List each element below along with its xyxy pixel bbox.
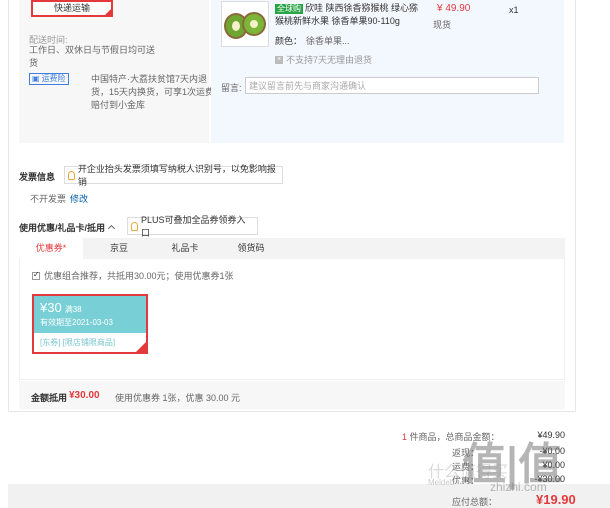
invoice-edit-link[interactable]: 修改: [70, 194, 88, 204]
shipping-fee-value: ¥0.00: [542, 460, 565, 470]
coupon-expiry: 有效期至2021-03-03: [40, 318, 113, 327]
color-value: 徐香单果...: [306, 36, 350, 46]
payable-label: 应付总额：: [452, 497, 498, 507]
invoice-tip-text: 开企业抬头发票须填写纳税人识别号，以免影响报销: [77, 164, 276, 187]
discount-amount: ¥30.00: [69, 390, 100, 401]
return-policy: × 不支持7天无理由退货: [275, 53, 372, 66]
invoice-type: 不开发票 修改: [30, 192, 88, 205]
payable-amount: ¥19.90: [536, 492, 576, 507]
color-label: 颜色：: [275, 36, 303, 46]
invoice-type-value: 不开发票: [30, 194, 67, 204]
global-purchase-badge: 全球购: [275, 4, 303, 14]
invoice-label: 发票信息: [19, 172, 56, 182]
memo-label: 留言:: [221, 83, 242, 93]
tab-redeem-code[interactable]: 领货码: [217, 238, 285, 259]
cashback-value: -¥0.00: [539, 446, 565, 456]
insurance-description: 中国特产·大荔扶贫馆7天内退货，15天内换货，可享1次运费赔付到小金库: [91, 74, 215, 110]
product-quantity: x1: [509, 5, 519, 15]
tab-jingdou[interactable]: 京豆: [87, 238, 151, 259]
return-policy-text: 不支持7天无理由退货: [286, 55, 373, 65]
lightbulb-icon: [68, 170, 75, 180]
product-price: ¥ 49.90: [437, 3, 471, 14]
lightbulb-icon: [131, 221, 138, 231]
kiwi-image-icon: [224, 12, 266, 39]
coupon-tabs: 优惠券 京豆 礼品卡 领货码: [19, 238, 565, 259]
item-count-number: 1: [402, 432, 408, 442]
coupon-card[interactable]: ¥30 满38 有效期至2021-03-03 [东券] [限店铺限商品]: [32, 294, 148, 354]
shipping-panel: 快递运输 配送时间: 工作日、双休日与节假日均可送货 ▣ 运费险 中国特产·大荔…: [19, 0, 214, 143]
combo-checkbox[interactable]: [32, 270, 40, 280]
product-color: 颜色： 徐香单果...: [275, 34, 350, 47]
discount-total-value: -¥30.00: [534, 474, 565, 484]
coupon-card-header: ¥30 满38 有效期至2021-03-03: [34, 296, 146, 333]
coupon-condition: 满38: [64, 305, 82, 314]
discount-label: 金额抵用: [31, 393, 68, 403]
memo-input[interactable]: [245, 77, 539, 94]
shipping-method-button[interactable]: 快递运输: [31, 0, 113, 17]
shield-icon: ▣: [32, 74, 40, 83]
coupon-amount: ¥30: [40, 300, 62, 315]
combo-recommend[interactable]: 优惠组合推荐，共抵用30.00元；使用优惠券1张: [32, 269, 234, 282]
product-panel: 全球购 欣哇 陕西徐香猕猴桃 绿心猕猴桃新鲜水果 徐香单果90-110g ¥ 49…: [211, 0, 564, 143]
no-return-icon: ×: [275, 55, 283, 64]
stock-status: 现货: [433, 20, 452, 30]
item-count: 1 件商品，总商品金额：: [402, 430, 500, 443]
payable-bar: 应付总额： ¥19.90: [8, 484, 610, 508]
product-thumbnail[interactable]: [221, 1, 269, 47]
tab-coupons[interactable]: 优惠券: [19, 238, 83, 259]
coupon-tag: [东券] [限店铺限商品]: [40, 338, 116, 347]
item-count-text: 件商品，总商品金额：: [409, 432, 500, 442]
chevron-up-icon: [107, 224, 116, 233]
delivery-time-value: 工作日、双休日与节假日均可送货: [29, 45, 156, 68]
tab-gift-card[interactable]: 礼品卡: [153, 238, 217, 259]
coupon-tab-panel: 优惠组合推荐，共抵用30.00元；使用优惠券1张 ¥30满38 有效期至2021…: [19, 259, 565, 380]
combo-text: 优惠组合推荐，共抵用30.00元；使用优惠券1张: [44, 271, 234, 281]
coupon-section-label: 使用优惠/礼品卡/抵用: [19, 223, 106, 233]
total-goods-amount: ¥49.90: [537, 430, 565, 440]
coupon-section-toggle[interactable]: 使用优惠/礼品卡/抵用: [19, 221, 116, 234]
plus-tip-text: PLUS可叠加全品券领券入口: [140, 215, 246, 238]
shipping-insurance-badge: ▣ 运费险: [29, 73, 69, 85]
insurance-badge-label: 运费险: [41, 74, 66, 83]
plus-coupon-entry[interactable]: PLUS可叠加全品券领券入口: [127, 215, 258, 238]
discount-summary-bar: 金额抵用 ¥30.00 使用优惠券 1张，优惠 30.00 元: [19, 381, 565, 409]
product-title[interactable]: 全球购 欣哇 陕西徐香猕猴桃 绿心猕猴桃新鲜水果 徐香单果90-110g: [275, 2, 425, 28]
shipping-fee-label: 运费：: [452, 462, 480, 472]
discount-description: 使用优惠券 1张，优惠 30.00 元: [115, 393, 241, 403]
invoice-tip: 开企业抬头发票须填写纳税人识别号，以免影响报销: [64, 164, 283, 187]
cashback-label: 返现：: [452, 448, 480, 458]
